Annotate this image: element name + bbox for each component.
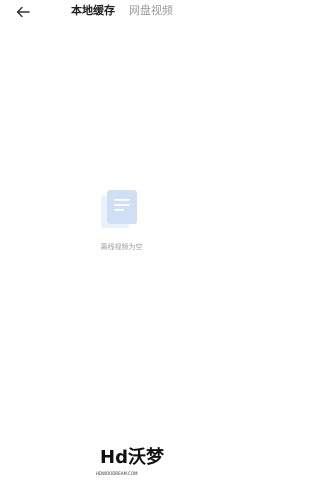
tab-local-cache[interactable]: 本地缓存: [71, 4, 115, 18]
empty-message: 离线视频为空: [100, 243, 143, 251]
top-bar: 本地缓存 网盘视频: [0, 0, 243, 26]
empty-state: 离线视频为空: [0, 190, 243, 260]
arrow-left-icon: [16, 6, 30, 18]
back-button[interactable]: [12, 3, 34, 21]
document-stack-icon: [101, 190, 137, 228]
watermark-url: HDWOODREAM.COM: [96, 471, 138, 476]
tab-cloud-videos[interactable]: 网盘视频: [129, 4, 173, 18]
watermark: Hd沃梦 HDWOODREAM.COM: [96, 447, 164, 495]
app-screen: 本地缓存 网盘视频 离线视频为空 Hd沃梦 HDWOODREAM.COM: [0, 0, 243, 500]
watermark-logo: Hd沃梦: [100, 447, 164, 468]
